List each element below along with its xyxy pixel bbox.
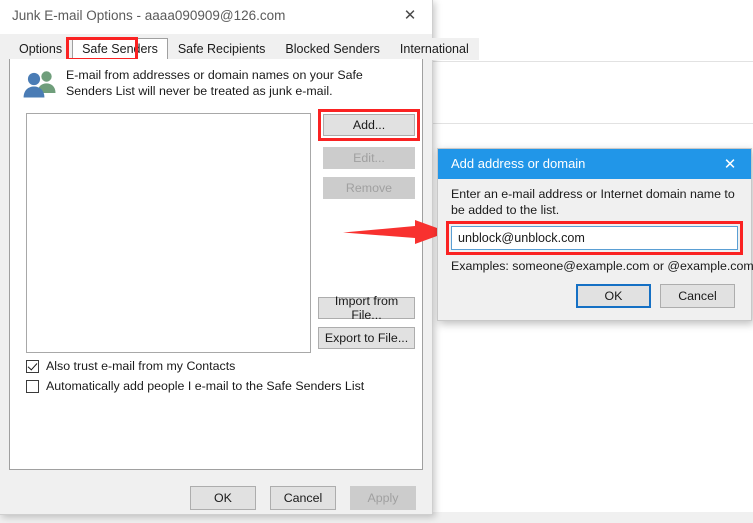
tab-blocked-senders[interactable]: Blocked Senders bbox=[275, 38, 390, 60]
add-dialog-prompt: Enter an e-mail address or Internet doma… bbox=[451, 187, 735, 217]
add-dialog-titlebar: Add address or domain ✕ bbox=[438, 149, 751, 179]
checkbox-also-trust-contacts[interactable]: Also trust e-mail from my Contacts bbox=[26, 359, 235, 373]
close-icon[interactable]: ✕ bbox=[388, 0, 432, 30]
export-to-file-button[interactable]: Export to File... bbox=[318, 327, 415, 349]
ok-button[interactable]: OK bbox=[190, 486, 256, 510]
safe-senders-description: E-mail from addresses or domain names on… bbox=[66, 68, 363, 98]
tab-international[interactable]: International bbox=[389, 38, 479, 60]
junk-email-options-dialog: Junk E-mail Options - aaaa090909@126.com… bbox=[0, 0, 479, 515]
tab-options[interactable]: Options bbox=[9, 38, 73, 60]
checkbox-label: Automatically add people I e-mail to the… bbox=[46, 379, 365, 393]
edit-button[interactable]: Edit... bbox=[323, 147, 415, 169]
add-cancel-button[interactable]: Cancel bbox=[660, 284, 735, 308]
add-ok-button[interactable]: OK bbox=[576, 284, 651, 308]
add-dialog-title: Add address or domain bbox=[451, 156, 586, 171]
add-address-or-domain-dialog: Add address or domain ✕ Enter an e-mail … bbox=[437, 148, 753, 321]
junk-dialog-titlebar: Junk E-mail Options - aaaa090909@126.com… bbox=[0, 0, 432, 34]
remove-button[interactable]: Remove bbox=[323, 177, 415, 199]
people-icon bbox=[23, 71, 56, 98]
safe-senders-panel: E-mail from addresses or domain names on… bbox=[9, 59, 423, 470]
screenshot-root: Junk E-mail Options - aaaa090909@126.com… bbox=[0, 0, 753, 523]
checkbox-label: Also trust e-mail from my Contacts bbox=[46, 359, 236, 373]
import-from-file-button[interactable]: Import from File... bbox=[318, 294, 415, 322]
checkbox-auto-add-people[interactable]: Automatically add people I e-mail to the… bbox=[26, 379, 364, 393]
safe-senders-listbox[interactable] bbox=[26, 113, 311, 353]
close-icon[interactable]: ✕ bbox=[709, 149, 751, 179]
checkbox-box[interactable] bbox=[26, 359, 39, 373]
add-button-highlight bbox=[318, 109, 420, 141]
tab-safe-recipients[interactable]: Safe Recipients bbox=[167, 38, 276, 60]
red-arrow-annotation bbox=[343, 220, 448, 244]
address-input-highlight bbox=[446, 221, 743, 255]
junk-dialog-title: Junk E-mail Options - aaaa090909@126.com bbox=[12, 8, 286, 23]
checkbox-box[interactable] bbox=[26, 379, 39, 393]
add-dialog-examples: Examples: someone@example.com or @exampl… bbox=[451, 259, 753, 273]
cancel-button[interactable]: Cancel bbox=[270, 486, 336, 510]
apply-button[interactable]: Apply bbox=[350, 486, 416, 510]
safe-senders-tab-highlight bbox=[66, 37, 138, 61]
